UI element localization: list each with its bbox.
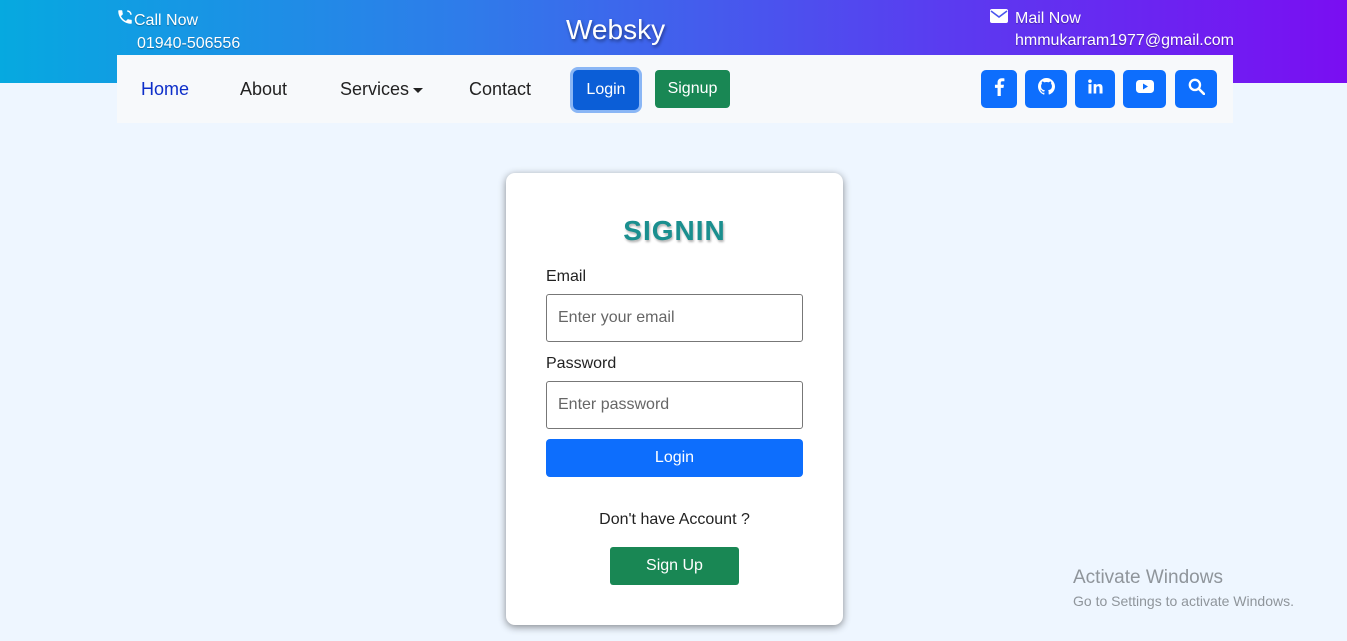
nav-services-label: Services bbox=[340, 79, 410, 99]
call-info: Call Now 01940-506556 bbox=[116, 8, 240, 55]
email-input[interactable] bbox=[546, 294, 803, 342]
watermark-subtitle: Go to Settings to activate Windows. bbox=[1073, 593, 1294, 609]
login-button[interactable]: Login bbox=[546, 439, 803, 477]
password-input[interactable] bbox=[546, 381, 803, 429]
password-label: Password bbox=[546, 355, 617, 372]
facebook-icon bbox=[993, 77, 1005, 101]
youtube-icon bbox=[1135, 80, 1154, 98]
main-navbar: Home About Services Contact Login Signup bbox=[117, 55, 1233, 123]
search-icon bbox=[1188, 78, 1205, 100]
search-button[interactable] bbox=[1175, 70, 1217, 108]
signin-card: SIGNIN Email Password Login Don't have A… bbox=[506, 173, 843, 625]
email-label: Email bbox=[546, 268, 587, 285]
brand-logo[interactable]: Websky bbox=[566, 14, 665, 46]
caret-down-icon bbox=[413, 87, 424, 93]
nav-login-button[interactable]: Login bbox=[573, 70, 639, 110]
no-account-text: Don't have Account ? bbox=[599, 511, 750, 528]
nav-home[interactable]: Home bbox=[141, 79, 189, 100]
youtube-button[interactable] bbox=[1123, 70, 1166, 108]
mail-now-label: Mail Now bbox=[1015, 10, 1081, 27]
nav-about[interactable]: About bbox=[240, 79, 287, 100]
linkedin-icon bbox=[1087, 79, 1103, 99]
envelope-icon bbox=[990, 8, 1008, 30]
phone-icon bbox=[116, 8, 134, 33]
email-address[interactable]: hmmukarram1977@gmail.com bbox=[990, 30, 1234, 52]
linkedin-button[interactable] bbox=[1075, 70, 1115, 108]
signup-button[interactable]: Sign Up bbox=[610, 547, 739, 585]
nav-services-dropdown[interactable]: Services bbox=[340, 79, 424, 100]
mail-info: Mail Now hmmukarram1977@gmail.com bbox=[990, 8, 1234, 52]
nav-signup-button[interactable]: Signup bbox=[655, 70, 730, 108]
watermark-title: Activate Windows bbox=[1073, 567, 1223, 588]
phone-number[interactable]: 01940-506556 bbox=[116, 33, 240, 55]
facebook-button[interactable] bbox=[981, 70, 1017, 108]
nav-contact[interactable]: Contact bbox=[469, 79, 531, 100]
call-now-label: Call Now bbox=[134, 11, 199, 29]
github-button[interactable] bbox=[1025, 70, 1067, 108]
signin-title: SIGNIN bbox=[623, 215, 726, 246]
github-icon bbox=[1037, 78, 1055, 100]
windows-activation-watermark: Activate Windows Go to Settings to activ… bbox=[1073, 566, 1294, 611]
